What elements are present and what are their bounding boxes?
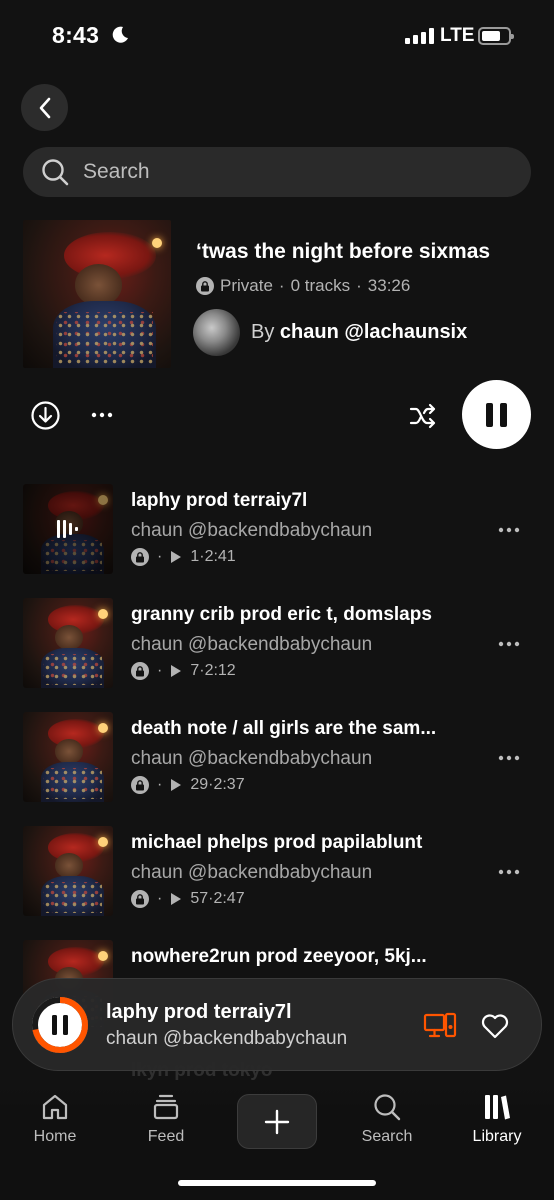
track-artwork (23, 826, 113, 916)
network-type: LTE (440, 25, 475, 46)
mini-player-artist: chaun @backendbabychaun (106, 1028, 348, 1049)
lock-icon (131, 548, 149, 566)
track-meta: · 7·2:12 (131, 662, 236, 680)
tab-search[interactable]: Search (342, 1092, 432, 1146)
play-count-icon (171, 893, 182, 905)
search-input[interactable] (83, 160, 483, 184)
tab-library[interactable]: Library (452, 1092, 542, 1146)
pause-icon (52, 1015, 57, 1035)
more-options-icon[interactable] (497, 868, 521, 876)
meta-separator: · (356, 276, 362, 295)
shuffle-icon[interactable] (408, 401, 438, 431)
meta-separator: · (157, 890, 163, 907)
tab-label: Home (33, 1128, 77, 1145)
feed-icon (153, 1094, 179, 1120)
more-options-icon[interactable] (497, 640, 521, 648)
track-row[interactable]: laphy prod terraiy7l chaun @backendbabych… (0, 484, 554, 576)
mini-player-title: laphy prod terraiy7l (106, 1001, 292, 1023)
owner-name: chaun @lachaunsix (279, 321, 468, 343)
track-meta: · 29·2:37 (131, 776, 245, 794)
track-duration: 2:47 (213, 890, 245, 907)
connect-device-icon[interactable] (423, 1012, 457, 1040)
meta-separator: · (278, 276, 285, 295)
lock-icon (131, 662, 149, 680)
home-icon (42, 1094, 68, 1120)
progress-ring (32, 997, 88, 1053)
status-bar: 8:43 LTE (0, 0, 554, 74)
search-icon (374, 1094, 401, 1121)
privacy-label: Private (220, 276, 273, 295)
play-count: 1 (190, 548, 200, 565)
moon-icon (112, 26, 128, 43)
heart-icon[interactable] (480, 1012, 510, 1040)
track-duration: 2:37 (213, 776, 245, 793)
track-title: nowhere2run prod zeeyoor, 5kj... (131, 946, 427, 967)
track-row[interactable]: granny crib prod eric t, domslaps chaun @… (0, 598, 554, 690)
owner-avatar[interactable] (193, 309, 240, 356)
track-artwork (23, 598, 113, 688)
lock-icon (196, 277, 214, 295)
playlist-duration: 33:26 (367, 276, 411, 295)
track-row[interactable]: death note / all girls are the sam... cha… (0, 712, 554, 804)
upload-button[interactable] (237, 1094, 317, 1149)
plus-icon (264, 1109, 290, 1134)
library-icon (485, 1095, 510, 1120)
chevron-left-icon (39, 97, 50, 118)
pause-button[interactable] (462, 380, 531, 449)
search-icon (42, 159, 69, 186)
track-title: laphy prod terraiy7l (131, 490, 308, 511)
track-artwork (23, 484, 113, 574)
track-count: 0 tracks (290, 276, 351, 295)
play-count: 7 (190, 662, 200, 679)
track-title: death note / all girls are the sam... (131, 718, 437, 739)
download-icon[interactable] (30, 400, 61, 431)
by-label: By (251, 321, 275, 343)
tab-label: Search (361, 1128, 413, 1145)
mini-player[interactable]: laphy prod terraiy7l chaun @backendbabyc… (12, 978, 542, 1071)
track-row[interactable]: michael phelps prod papilablunt chaun @ba… (0, 826, 554, 918)
tab-label: Library (472, 1128, 522, 1145)
now-playing-waveform-icon (23, 484, 113, 574)
meta-separator: · (157, 776, 163, 793)
tab-home[interactable]: Home (10, 1092, 100, 1146)
meta-separator: · (157, 548, 163, 565)
play-count-icon (171, 551, 182, 563)
play-count: 57 (190, 890, 209, 907)
search-bar[interactable] (23, 147, 531, 197)
lock-icon (131, 890, 149, 908)
more-options-icon[interactable] (497, 754, 521, 762)
playlist-meta: Private · 0 tracks · 33:26 (196, 276, 410, 296)
track-meta: · 1·2:41 (131, 548, 236, 566)
more-options-icon[interactable] (90, 404, 114, 426)
playlist-title: ‘twas the night before sixmas (196, 240, 491, 263)
status-time: 8:43 (52, 22, 100, 48)
play-count-icon (171, 665, 182, 677)
track-title: granny crib prod eric t, domslaps (131, 604, 432, 625)
track-artist: chaun @backendbabychaun (131, 634, 373, 655)
playlist-artwork (23, 220, 171, 368)
play-count: 29 (190, 776, 209, 793)
battery-icon (478, 27, 514, 45)
owner-link[interactable]: By chaun @lachaunsix (251, 321, 467, 344)
track-duration: 2:12 (204, 662, 236, 679)
track-duration: 2:41 (204, 548, 236, 565)
more-options-icon[interactable] (497, 526, 521, 534)
tab-feed[interactable]: Feed (121, 1092, 211, 1146)
tab-label: Feed (147, 1128, 185, 1145)
track-artist: chaun @backendbabychaun (131, 748, 373, 769)
lock-icon (131, 776, 149, 794)
back-button[interactable] (21, 84, 68, 131)
track-title: michael phelps prod papilablunt (131, 832, 423, 853)
track-artist: chaun @backendbabychaun (131, 520, 373, 541)
home-indicator (178, 1180, 376, 1186)
track-artist: chaun @backendbabychaun (131, 862, 373, 883)
track-meta: · 57·2:47 (131, 890, 245, 908)
pause-icon (486, 402, 507, 427)
track-artwork (23, 712, 113, 802)
meta-separator: · (157, 662, 163, 679)
cellular-signal-icon (405, 28, 434, 44)
mini-player-pause-button[interactable] (30, 995, 90, 1055)
play-count-icon (171, 779, 182, 791)
